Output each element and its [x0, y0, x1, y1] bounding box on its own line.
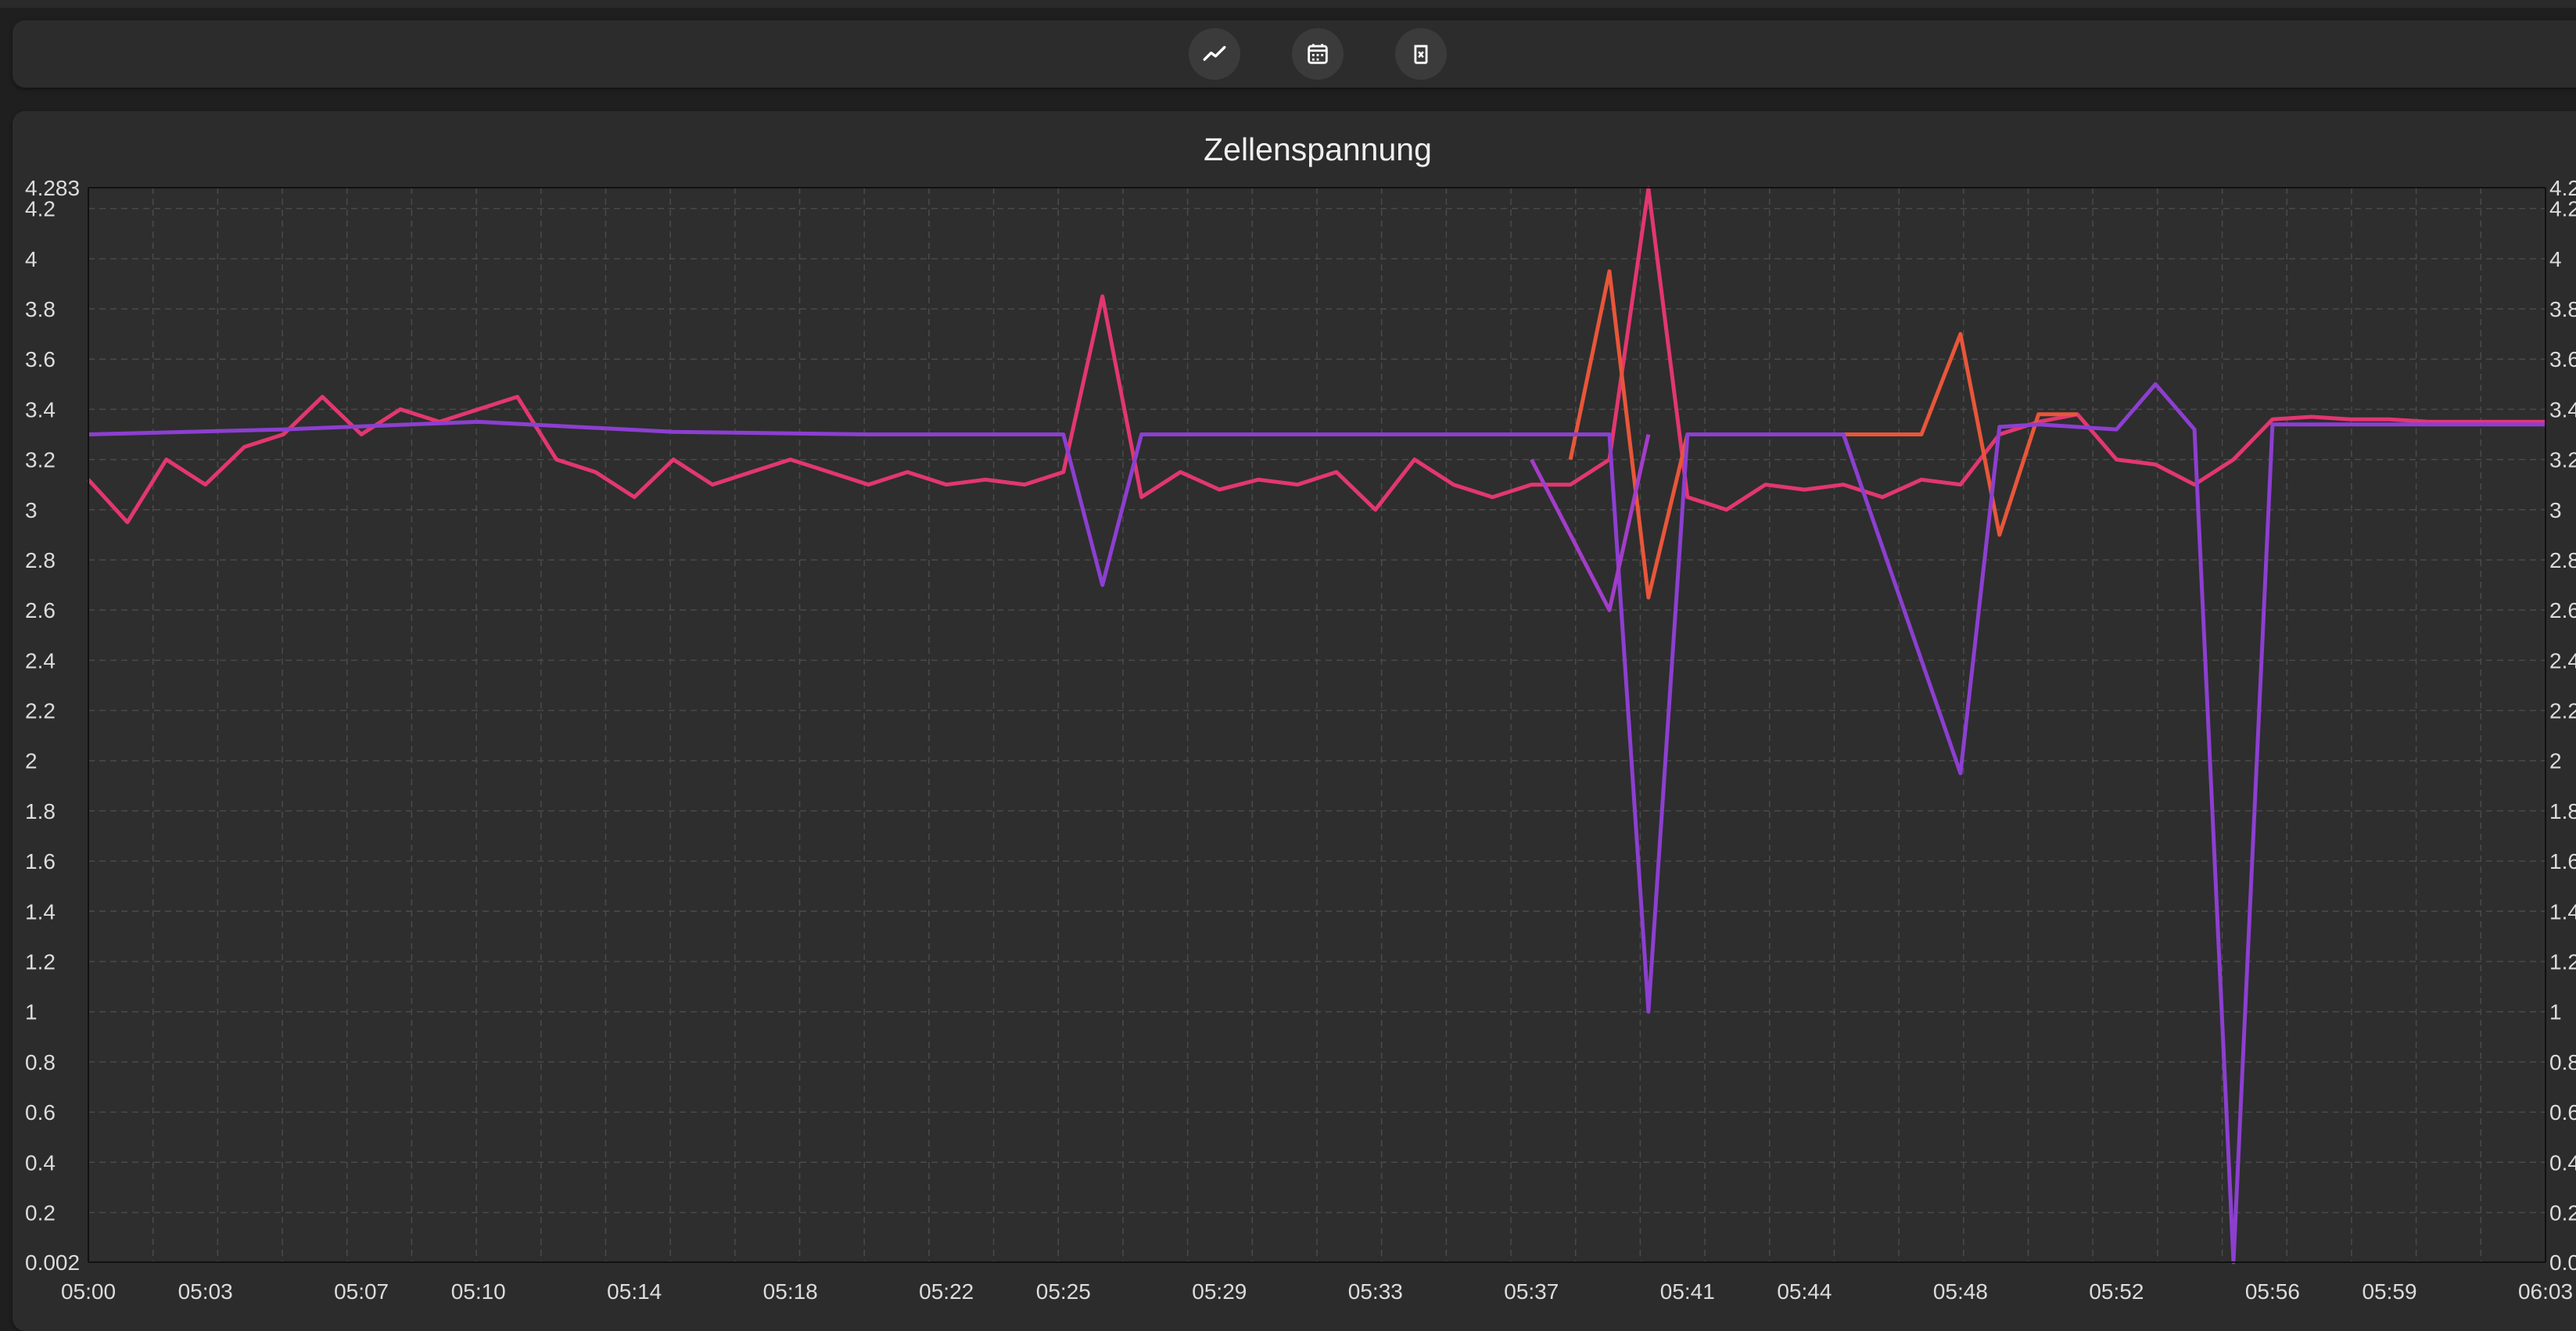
y-tick-label-left: 3.4 — [25, 397, 56, 422]
x-tick-label: 05:56 — [2245, 1279, 2300, 1304]
y-tick-label-right: 3.2 — [2549, 448, 2576, 472]
y-tick-label-left: 4.283 — [25, 176, 80, 200]
y-tick-label-right: 3.8 — [2549, 297, 2576, 321]
x-tick-label: 05:03 — [178, 1279, 233, 1304]
y-tick-label-right: 3.6 — [2549, 347, 2576, 371]
x-tick-label: 05:07 — [334, 1279, 389, 1304]
y-tick-label-left: 0.4 — [25, 1150, 56, 1175]
y-tick-label-right: 0.2 — [2549, 1200, 2576, 1225]
y-tick-label-left: 1 — [25, 1000, 38, 1024]
y-tick-label-left: 3.2 — [25, 448, 56, 472]
x-tick-label: 05:18 — [763, 1279, 818, 1304]
y-tick-label-right: 2.8 — [2549, 548, 2576, 572]
y-tick-label-left: 1.8 — [25, 799, 56, 823]
y-tick-label-right: 4.2 — [2549, 197, 2576, 221]
y-tick-label-right: 1.6 — [2549, 849, 2576, 874]
x-tick-label: 05:14 — [607, 1279, 662, 1304]
x-tick-label: 05:25 — [1036, 1279, 1091, 1304]
y-tick-label-right: 3 — [2549, 498, 2562, 522]
y-tick-label-right: 0.8 — [2549, 1050, 2576, 1074]
y-tick-label-right: 0.002 — [2549, 1250, 2576, 1275]
y-tick-label-right: 0.4 — [2549, 1150, 2576, 1175]
y-tick-label-left: 4 — [25, 247, 38, 271]
y-tick-label-left: 0.6 — [25, 1100, 56, 1125]
y-tick-label-right: 4 — [2549, 247, 2562, 271]
y-tick-label-left: 2.4 — [25, 648, 56, 673]
x-tick-label: 06:03 — [2518, 1279, 2573, 1304]
x-tick-label: 05:22 — [919, 1279, 974, 1304]
x-tick-label: 05:33 — [1348, 1279, 1403, 1304]
x-tick-label: 05:41 — [1660, 1279, 1715, 1304]
voltage-line-chart: 0.002 0.002 0.2 0.2 0.4 0.4 0.6 0.6 0.8 0.8 1 1 1.2 1… — [25, 176, 2576, 1304]
y-tick-label-left: 2.8 — [25, 548, 56, 572]
y-tick-label-right: 1.2 — [2549, 949, 2576, 974]
y-tick-label-left: 3.8 — [25, 297, 56, 321]
y-tick-label-left: 0.002 — [25, 1250, 80, 1275]
y-tick-label-right: 1.4 — [2549, 899, 2576, 924]
y-tick-label-left: 0.8 — [25, 1050, 56, 1074]
grid-lines — [88, 187, 2546, 1263]
y-tick-label-left: 2.6 — [25, 598, 56, 622]
x-tick-label: 05:37 — [1504, 1279, 1559, 1304]
y-tick-label-right: 2 — [2549, 749, 2562, 773]
y-tick-label-right: 2.6 — [2549, 598, 2576, 622]
x-tick-label: 05:29 — [1192, 1279, 1247, 1304]
y-tick-label-right: 0.6 — [2549, 1100, 2576, 1125]
x-tick-label: 05:48 — [1933, 1279, 1988, 1304]
x-tick-label: 05:10 — [451, 1279, 506, 1304]
y-tick-label-right: 1.8 — [2549, 799, 2576, 823]
y-tick-label-right: 2.2 — [2549, 699, 2576, 723]
y-tick-label-right: 4.283 — [2549, 176, 2576, 200]
y-tick-label-left: 1.6 — [25, 849, 56, 874]
x-tick-label: 05:00 — [61, 1279, 116, 1304]
y-tick-label-left: 2.2 — [25, 699, 56, 723]
y-tick-label-left: 3.6 — [25, 347, 56, 371]
y-tick-label-left: 2 — [25, 749, 38, 773]
y-tick-label-left: 1.4 — [25, 899, 56, 924]
y-tick-label-left: 3 — [25, 498, 38, 522]
x-tick-label: 05:52 — [2089, 1279, 2144, 1304]
y-tick-label-right: 3.4 — [2549, 397, 2576, 422]
x-tick-label: 05:59 — [2362, 1279, 2416, 1304]
y-tick-label-left: 0.2 — [25, 1200, 56, 1225]
y-tick-label-left: 1.2 — [25, 949, 56, 974]
y-tick-label-right: 1 — [2549, 1000, 2562, 1024]
y-tick-label-right: 2.4 — [2549, 648, 2576, 673]
y-tick-label-left: 4.2 — [25, 197, 56, 221]
x-tick-label: 05:44 — [1777, 1279, 1832, 1304]
